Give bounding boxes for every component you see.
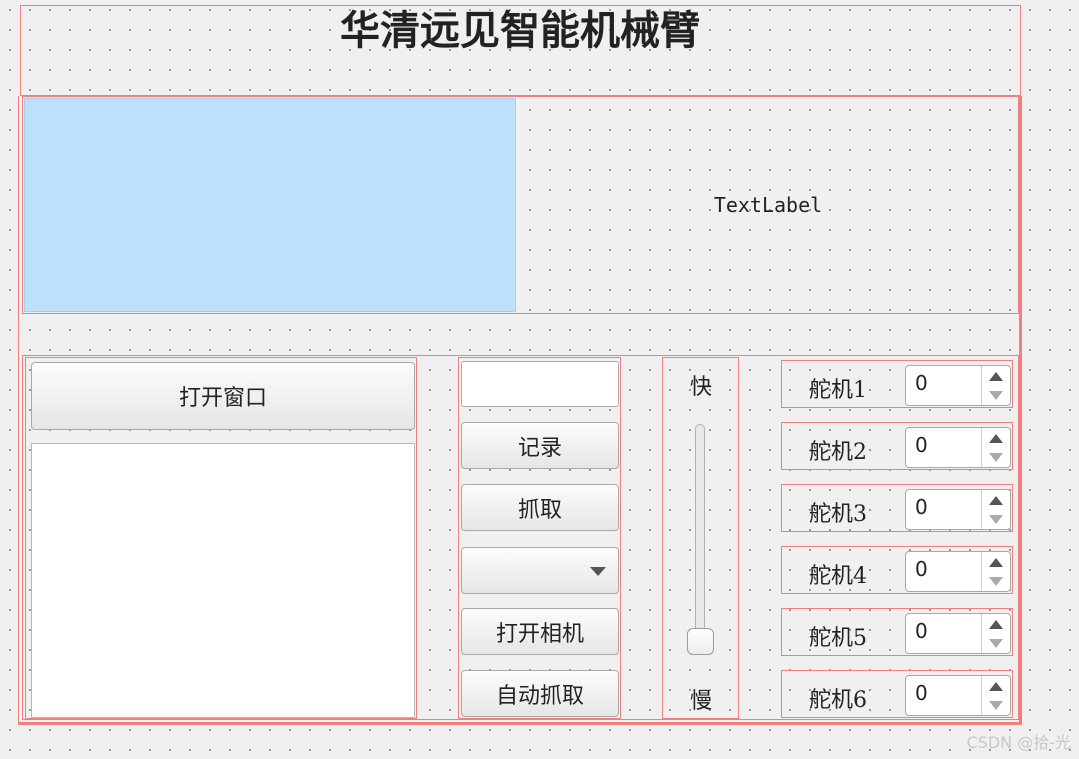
servo-spinbox[interactable]: 0 xyxy=(905,365,1011,406)
spin-up-button[interactable] xyxy=(982,428,1010,448)
chevron-down-icon xyxy=(590,567,606,576)
servo-list: 舵机1 0 舵机2 0 舵机3 0 舵机4 0 舵机5 0 舵机6 0 xyxy=(780,357,1020,719)
arrow-down-icon xyxy=(989,700,1003,710)
servo-spinbox[interactable]: 0 xyxy=(905,613,1011,654)
arrow-down-icon xyxy=(989,452,1003,462)
servo-spinbox[interactable]: 0 xyxy=(905,489,1011,530)
camera-preview xyxy=(24,98,516,312)
watermark-text: CSDN @拾-光 xyxy=(966,733,1071,752)
arrow-down-icon xyxy=(989,638,1003,648)
arrow-up-icon xyxy=(989,372,1003,381)
window-title: 华清远见智能机械臂 xyxy=(340,7,700,54)
spin-up-button[interactable] xyxy=(982,552,1010,572)
servo-row: 舵机1 0 xyxy=(781,360,1013,408)
mode-combobox[interactable] xyxy=(461,547,619,594)
spin-up-button[interactable] xyxy=(982,490,1010,510)
servo-value: 0 xyxy=(915,557,928,581)
speed-slider-groove[interactable] xyxy=(695,424,705,646)
spin-down-button[interactable] xyxy=(982,634,1010,654)
spin-down-button[interactable] xyxy=(982,510,1010,530)
servo-label: 舵机6 xyxy=(809,688,867,713)
servo-value: 0 xyxy=(915,433,928,457)
servo-value: 0 xyxy=(915,495,928,519)
spin-up-button[interactable] xyxy=(982,614,1010,634)
servo-value: 0 xyxy=(915,371,928,395)
servo-value: 0 xyxy=(915,619,928,643)
servo-spinbox[interactable]: 0 xyxy=(905,675,1011,716)
spin-up-button[interactable] xyxy=(982,676,1010,696)
arrow-up-icon xyxy=(989,434,1003,443)
arrow-up-icon xyxy=(989,620,1003,629)
spin-down-button[interactable] xyxy=(982,448,1010,468)
spin-down-button[interactable] xyxy=(982,696,1010,716)
arrow-up-icon xyxy=(989,496,1003,505)
spin-down-button[interactable] xyxy=(982,572,1010,592)
arrow-down-icon xyxy=(989,514,1003,524)
servo-row: 舵机6 0 xyxy=(781,670,1013,718)
servo-spinbox[interactable]: 0 xyxy=(905,551,1011,592)
servo-row: 舵机5 0 xyxy=(781,608,1013,656)
text-label: TextLabel xyxy=(713,193,823,217)
servo-label: 舵机3 xyxy=(809,502,867,527)
auto-grab-button[interactable]: 自动抓取 xyxy=(461,670,619,717)
servo-label: 舵机5 xyxy=(809,626,867,651)
fast-label: 快 xyxy=(690,375,713,400)
arrow-down-icon xyxy=(989,390,1003,400)
open-camera-button[interactable]: 打开相机 xyxy=(461,608,619,655)
servo-row: 舵机3 0 xyxy=(781,484,1013,532)
record-button[interactable]: 记录 xyxy=(461,422,619,469)
servo-label: 舵机1 xyxy=(809,378,867,403)
servo-label: 舵机4 xyxy=(809,564,867,589)
servo-row: 舵机4 0 xyxy=(781,546,1013,594)
slow-label: 慢 xyxy=(690,689,713,714)
arrow-up-icon xyxy=(989,558,1003,567)
command-input[interactable] xyxy=(461,361,619,407)
arrow-up-icon xyxy=(989,682,1003,691)
controls-frame xyxy=(458,357,621,719)
grab-button[interactable]: 抓取 xyxy=(461,484,619,531)
arrow-down-icon xyxy=(989,576,1003,586)
servo-row: 舵机2 0 xyxy=(781,422,1013,470)
servo-spinbox[interactable]: 0 xyxy=(905,427,1011,468)
servo-label: 舵机2 xyxy=(809,440,867,465)
spin-down-button[interactable] xyxy=(982,386,1010,406)
open-window-button[interactable]: 打开窗口 xyxy=(31,362,415,430)
spin-up-button[interactable] xyxy=(982,366,1010,386)
servo-value: 0 xyxy=(915,681,928,705)
speed-slider-handle[interactable] xyxy=(687,628,714,655)
log-text-area[interactable] xyxy=(31,443,415,718)
